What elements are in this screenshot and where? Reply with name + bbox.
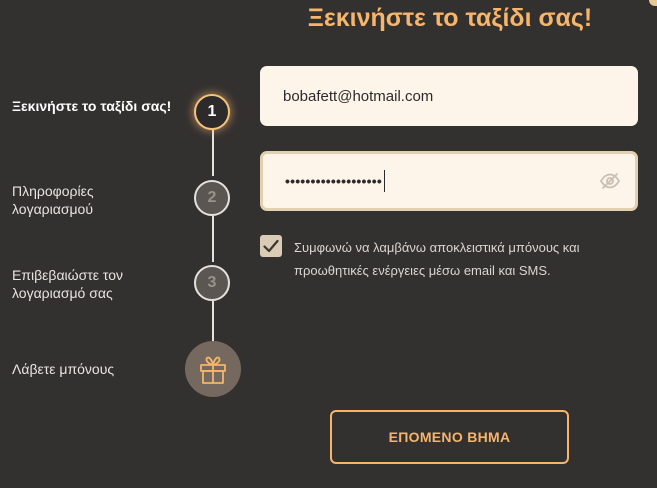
text-caret [383, 170, 385, 192]
step-label-start-journey: Ξεκινήστε το ταξίδι σας! [12, 98, 172, 114]
next-step-button[interactable]: ΕΠΟΜΕΝΟ ΒΗΜΑ [330, 410, 569, 464]
password-value: ••••••••••••••••••• [285, 173, 382, 189]
step-label-account-info: Πληροφορίες λογαριασμού [12, 183, 94, 217]
step-1-indicator: 1 [194, 94, 230, 130]
email-value: bobafett@hotmail.com [283, 87, 434, 105]
stepper-track [212, 216, 214, 262]
consent-text: Συμφωνώ να λαμβάνω αποκλειστικά μπόνους … [294, 240, 580, 278]
step-3-indicator: 3 [194, 265, 230, 301]
step-number: 2 [207, 189, 217, 206]
step-4-indicator [185, 341, 241, 397]
eye-slash-icon[interactable] [599, 172, 621, 190]
stepper-track [212, 130, 214, 176]
step-2-indicator: 2 [194, 180, 230, 216]
password-field[interactable]: ••••••••••••••••••• [260, 151, 638, 211]
step-label-get-bonus: Λάβετε μπόνους [12, 361, 115, 377]
gift-icon [200, 356, 226, 384]
page-title: Ξεκινήστε το ταξίδι σας! [307, 4, 593, 32]
step-number: 3 [207, 274, 217, 291]
step-number: 1 [207, 103, 217, 120]
step-label-confirm-account: Επιβεβαιώστε τον λογαριασμό σας [12, 267, 124, 301]
email-field[interactable]: bobafett@hotmail.com [260, 66, 638, 126]
consent-checkbox[interactable] [260, 235, 282, 257]
check-icon [263, 239, 279, 253]
corner-decoration [649, 0, 657, 6]
stepper-track [212, 301, 214, 343]
